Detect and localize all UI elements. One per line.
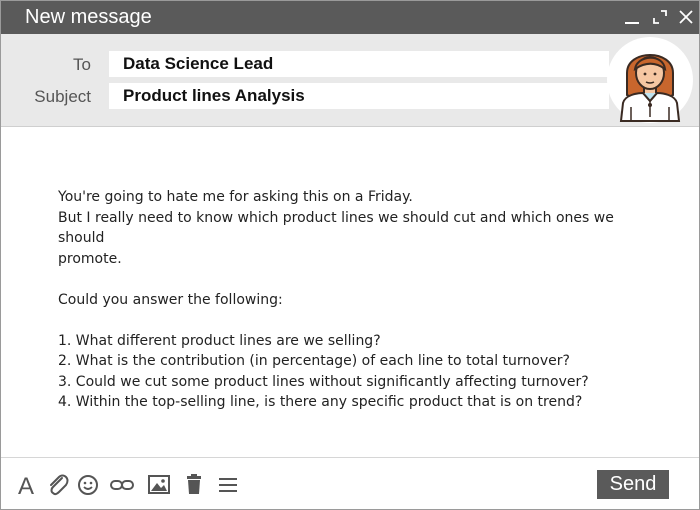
message-line: 1. What different product lines are we s…: [58, 332, 381, 349]
emoji-icon: [78, 475, 98, 495]
woman-avatar-icon: [619, 54, 681, 122]
more-options-button[interactable]: [215, 472, 241, 498]
compose-window: New message To Subject: [0, 0, 700, 510]
insert-image-button[interactable]: [146, 472, 172, 498]
compose-toolbar: A Send: [1, 457, 699, 509]
insert-link-button[interactable]: [109, 472, 135, 498]
trash-icon: [187, 474, 201, 494]
font-icon: A: [18, 473, 34, 498]
avatar: [607, 37, 693, 123]
to-field[interactable]: [109, 51, 609, 77]
window-title: New message: [25, 6, 152, 28]
subject-field[interactable]: [109, 83, 609, 109]
link-icon: [110, 480, 134, 490]
message-line: Could you answer the following:: [58, 291, 283, 308]
message-line: [58, 269, 658, 290]
message-line: But I really need to know which product …: [58, 209, 619, 247]
message-line: 2. What is the contribution (in percenta…: [58, 353, 570, 369]
message-line: promote.: [58, 250, 122, 267]
emoji-button[interactable]: [75, 472, 101, 498]
subject-label: Subject: [34, 87, 91, 106]
message-body[interactable]: You're going to hate me for asking this …: [58, 187, 658, 413]
message-line: [58, 310, 658, 331]
menu-icon: [219, 478, 237, 492]
minimize-icon: [625, 22, 639, 24]
close-button[interactable]: [675, 1, 697, 34]
formatting-button[interactable]: A: [15, 472, 41, 498]
attach-button[interactable]: [45, 472, 71, 498]
message-line: 3. Could we cut some product lines witho…: [58, 373, 589, 390]
discard-button[interactable]: [181, 472, 207, 498]
image-icon: [148, 475, 170, 494]
message-line: 4. Within the top-selling line, is there…: [58, 394, 583, 410]
minimize-button[interactable]: [621, 1, 643, 34]
svg-text:A: A: [18, 473, 34, 498]
send-button[interactable]: Send: [597, 470, 669, 499]
message-header: To Subject: [1, 34, 699, 127]
expand-icon: [653, 10, 667, 24]
title-bar: New message: [1, 1, 699, 34]
to-label: To: [73, 55, 91, 74]
paperclip-icon: [50, 474, 69, 496]
expand-button[interactable]: [649, 1, 671, 34]
message-line: You're going to hate me for asking this …: [58, 189, 413, 205]
close-icon: [679, 10, 693, 24]
